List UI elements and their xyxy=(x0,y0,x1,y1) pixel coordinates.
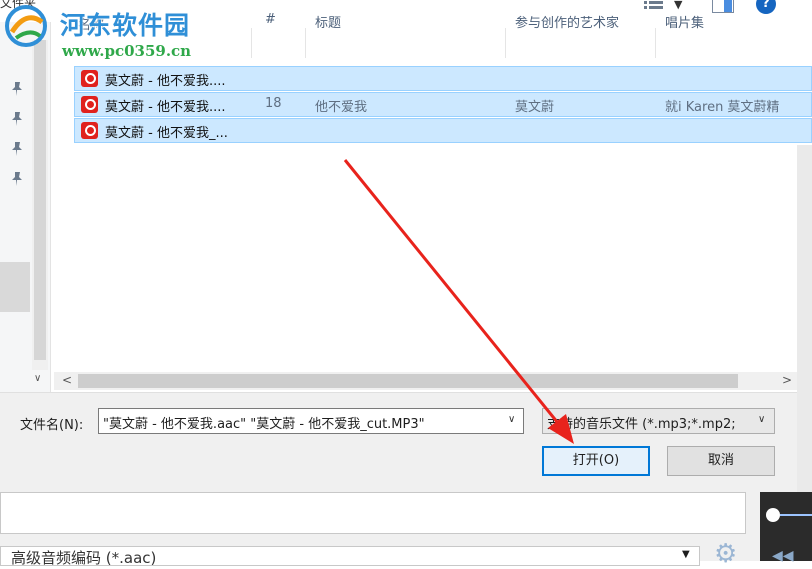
watermark-brand: 河东软件园 xyxy=(60,11,191,40)
column-header-title[interactable]: 标题 xyxy=(315,12,341,31)
preview-pane-icon[interactable] xyxy=(712,0,734,13)
view-options-icon[interactable] xyxy=(644,1,664,13)
watermark-url: www.pc0359.cn xyxy=(62,42,192,60)
column-header-album[interactable]: 唱片集 xyxy=(665,12,704,31)
netease-music-file-icon xyxy=(81,122,98,139)
scroll-down-icon[interactable]: ∨ xyxy=(34,373,41,384)
filetype-select[interactable]: 支持的音乐文件 (*.mp3;*.mp2; xyxy=(542,408,775,434)
column-header-number[interactable]: # xyxy=(265,12,276,27)
progress-slider-knob[interactable] xyxy=(766,508,780,522)
format-select[interactable]: 高级音频编码 (*.aac) xyxy=(0,546,700,566)
file-row[interactable]: 莫文蔚 - 他不爱我_... xyxy=(74,118,812,143)
horizontal-scrollbar-thumb[interactable] xyxy=(78,374,738,388)
background-text-area[interactable] xyxy=(0,492,746,534)
scroll-right-icon[interactable]: > xyxy=(782,373,792,387)
pin-icon[interactable] xyxy=(12,142,22,156)
file-name: 莫文蔚 - 他不爱我.... xyxy=(105,74,226,89)
pin-icon[interactable] xyxy=(12,112,22,126)
progress-slider-track[interactable] xyxy=(780,514,812,516)
file-name: 莫文蔚 - 他不爱我.... xyxy=(105,100,226,115)
file-track-number: 18 xyxy=(265,96,282,111)
site-logo-icon xyxy=(5,5,47,47)
nav-selected-item[interactable] xyxy=(0,262,30,312)
column-header-artist[interactable]: 参与创作的艺术家 xyxy=(515,12,619,31)
window-edge xyxy=(797,145,812,492)
netease-music-file-icon xyxy=(81,96,98,113)
file-title: 他不爱我 xyxy=(315,100,368,115)
file-name: 莫文蔚 - 他不爱我_... xyxy=(105,126,228,141)
netease-music-file-icon xyxy=(81,70,98,87)
chevron-down-icon[interactable]: ∨ xyxy=(508,414,515,425)
cancel-button[interactable]: 取消 xyxy=(667,446,775,476)
scroll-left-icon[interactable]: < xyxy=(62,373,72,387)
filename-label: 文件名(N): xyxy=(20,418,84,433)
file-album: 就i Karen 莫文蔚精 xyxy=(665,100,780,115)
pin-icon[interactable] xyxy=(12,82,22,96)
nav-scrollbar-thumb[interactable] xyxy=(34,40,46,360)
previous-track-icon[interactable]: ◀◀ xyxy=(772,548,794,564)
view-dropdown-icon[interactable]: ▼ xyxy=(674,0,682,11)
chevron-down-icon[interactable]: ∨ xyxy=(758,414,765,425)
open-button[interactable]: 打开(O) xyxy=(542,446,650,476)
file-row[interactable]: 莫文蔚 - 他不爱我.... 18 他不爱我 莫文蔚 就i Karen 莫文蔚精 xyxy=(74,92,812,117)
gear-icon[interactable]: ⚙ xyxy=(714,541,737,567)
file-row[interactable]: 莫文蔚 - 他不爱我.... xyxy=(74,66,812,91)
filename-input[interactable]: "莫文蔚 - 他不爱我.aac" "莫文蔚 - 他不爱我_cut.MP3" xyxy=(98,408,524,434)
pin-icon[interactable] xyxy=(12,172,22,186)
dropdown-arrow-icon[interactable]: ▼ xyxy=(682,549,690,560)
file-artist: 莫文蔚 xyxy=(515,100,555,115)
